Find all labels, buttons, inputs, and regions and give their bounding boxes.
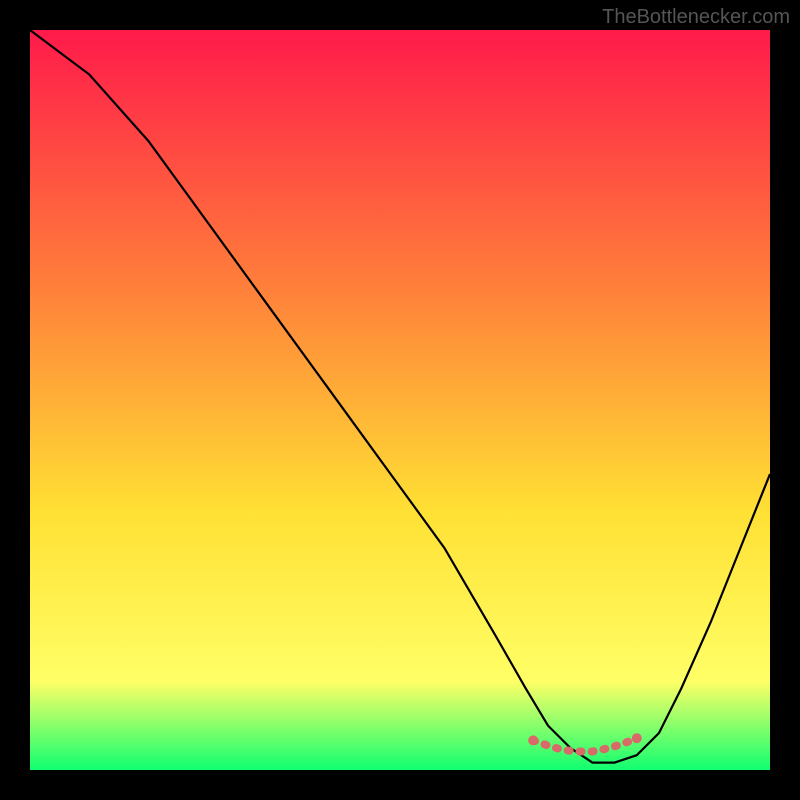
chart-svg	[30, 30, 770, 770]
watermark-text: TheBottlenecker.com	[602, 6, 790, 29]
chart-container: TheBottlenecker.com	[0, 0, 800, 800]
plot-area	[30, 30, 770, 770]
gradient-background	[30, 30, 770, 770]
